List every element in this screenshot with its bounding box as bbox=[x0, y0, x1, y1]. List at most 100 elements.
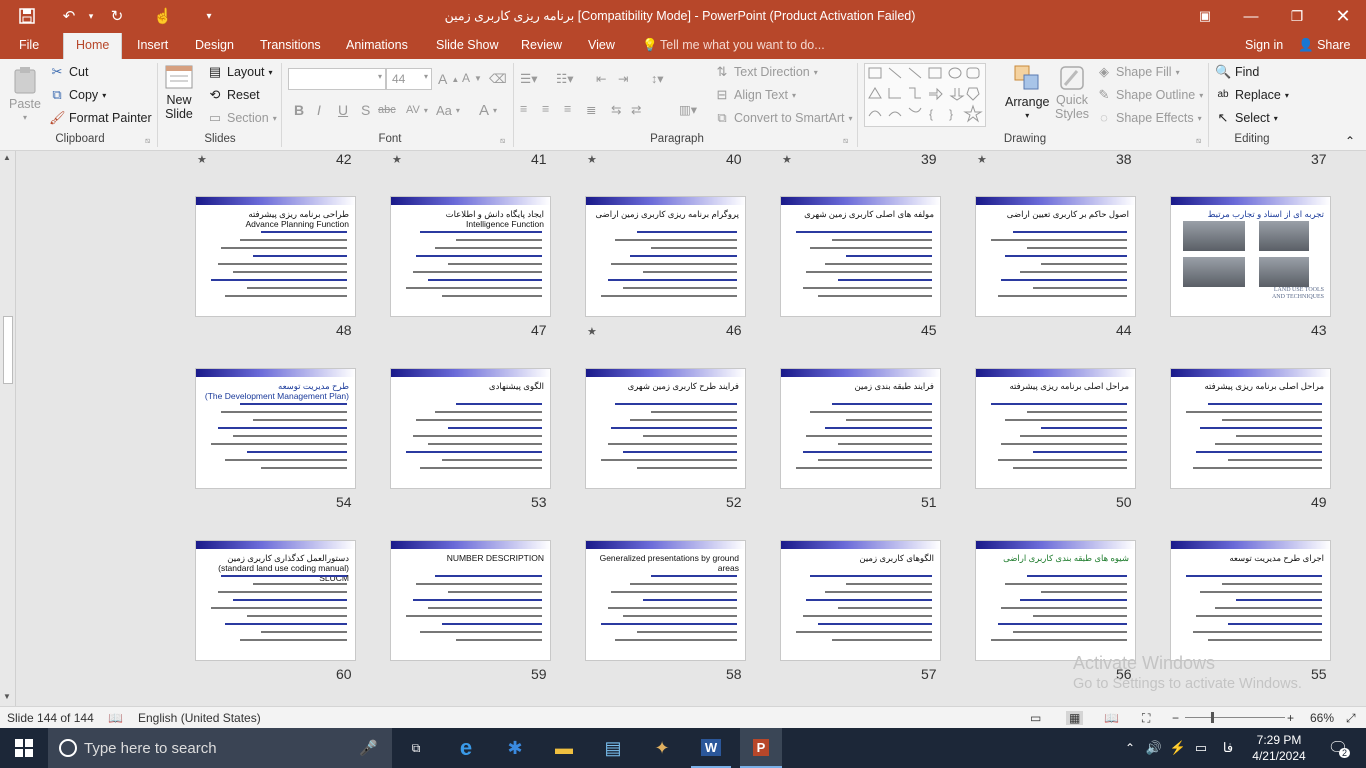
italic-button[interactable]: I bbox=[317, 102, 321, 118]
vertical-scrollbar[interactable]: ▲ ▼ bbox=[0, 151, 16, 706]
microphone-icon[interactable]: 🎤 bbox=[359, 739, 378, 757]
undo-dropdown-icon[interactable]: ▾ bbox=[80, 5, 102, 27]
normal-view-icon[interactable]: ▭ bbox=[1030, 711, 1041, 725]
redo-icon[interactable]: ↻ bbox=[106, 5, 128, 27]
spelling-icon[interactable]: 📖 bbox=[108, 711, 123, 725]
numbering-icon[interactable]: ☷▾ bbox=[556, 71, 573, 86]
zoom-level[interactable]: 66% bbox=[1310, 711, 1334, 725]
section-button[interactable]: ▭ Section ▾ bbox=[207, 110, 277, 126]
new-slide-button[interactable]: New Slide bbox=[163, 63, 195, 121]
slide-sorter-view-icon[interactable]: ▦ bbox=[1066, 711, 1084, 725]
zoom-slider-thumb[interactable] bbox=[1211, 712, 1214, 723]
shape-fill-button[interactable]: ◈ Shape Fill ▾ bbox=[1096, 64, 1180, 80]
tell-me-input[interactable]: Tell me what you want to do... bbox=[660, 33, 825, 59]
clipboard-launcher-icon[interactable]: ⧅ bbox=[145, 136, 150, 146]
scroll-thumb[interactable] bbox=[3, 316, 13, 384]
zoom-in-icon[interactable]: + bbox=[1287, 711, 1294, 725]
bullets-icon[interactable]: ☰▾ bbox=[520, 71, 537, 86]
tab-transitions[interactable]: Transitions bbox=[260, 33, 321, 59]
volume-icon[interactable]: 🔊 bbox=[1142, 728, 1166, 768]
language-status[interactable]: English (United States) bbox=[138, 711, 261, 725]
edge-icon[interactable]: e bbox=[446, 728, 486, 768]
bold-button[interactable]: B bbox=[294, 102, 304, 118]
slide-thumbnail[interactable]: مراحل اصلی برنامه ریزی پیشرفته bbox=[975, 368, 1136, 489]
tab-view[interactable]: View bbox=[588, 33, 615, 59]
drawing-launcher-icon[interactable]: ⧅ bbox=[1196, 136, 1201, 146]
notification-icon[interactable]: 🗨 2 bbox=[1320, 728, 1356, 768]
copy-button[interactable]: ⧉ Copy ▾ bbox=[49, 87, 106, 103]
slide-thumbnail[interactable]: دستورالعمل کدگذاری کاربری زمین (standard… bbox=[195, 540, 356, 661]
slide-thumbnail[interactable]: پروگرام برنامه ریزی کاربری زمین اراضی bbox=[585, 196, 746, 317]
fit-slide-icon[interactable]: ⤢ bbox=[1346, 711, 1356, 726]
font-size-select[interactable]: 44 ▾ bbox=[386, 68, 432, 90]
slide-thumbnail[interactable]: الگوی پیشنهادی bbox=[390, 368, 551, 489]
tab-file[interactable]: File bbox=[19, 33, 39, 59]
computer-icon[interactable]: ▤ bbox=[593, 728, 633, 768]
slide-thumbnail[interactable]: اصول حاکم بر کاربری تعیین اراضی bbox=[975, 196, 1136, 317]
font-color-button[interactable]: A ▾ bbox=[479, 102, 497, 119]
taskbar-search[interactable]: Type here to search 🎤 bbox=[48, 728, 392, 768]
increase-indent-icon[interactable]: ⇥ bbox=[618, 71, 628, 86]
slide-thumbnail[interactable]: مراحل اصلی برنامه ریزی پیشرفته bbox=[1170, 368, 1331, 489]
tab-slideshow[interactable]: Slide Show bbox=[436, 33, 499, 59]
slide-thumbnail[interactable]: طرح مدیریت توسعه (The Development Manage… bbox=[195, 368, 356, 489]
reset-button[interactable]: ⟲ Reset bbox=[207, 87, 260, 103]
ltr-icon[interactable]: ⇄ bbox=[631, 102, 641, 117]
slide-thumbnail[interactable]: شیوه های طبقه بندی کاربری اراضی bbox=[975, 540, 1136, 661]
network-icon[interactable]: ⚡ bbox=[1166, 728, 1190, 768]
line-spacing-icon[interactable]: ↕▾ bbox=[651, 71, 664, 86]
slide-thumbnail[interactable]: تجربه ای از اسناد و تجارب مرتبط LAND USE … bbox=[1170, 196, 1331, 317]
zoom-slider[interactable] bbox=[1185, 717, 1285, 718]
paragraph-launcher-icon[interactable]: ⧅ bbox=[843, 136, 848, 146]
columns-icon[interactable]: ▥▾ bbox=[679, 102, 697, 117]
powerpoint-icon[interactable]: P bbox=[740, 728, 782, 768]
cut-button[interactable]: ✂ Cut bbox=[49, 64, 89, 80]
slideshow-view-icon[interactable]: ⛶ bbox=[1142, 711, 1150, 726]
align-text-button[interactable]: ⊟ Align Text ▾ bbox=[714, 87, 796, 103]
touch-mode-icon[interactable]: ☝ bbox=[152, 5, 174, 27]
word-icon[interactable]: W bbox=[691, 728, 731, 768]
close-icon[interactable]: ✕ bbox=[1320, 4, 1366, 28]
app-icon[interactable]: ✦ bbox=[642, 728, 682, 768]
justify-icon[interactable]: ≣ bbox=[586, 102, 596, 117]
reading-view-icon[interactable]: 📖 bbox=[1104, 711, 1119, 725]
share-button[interactable]: 👤 Share bbox=[1298, 33, 1350, 59]
slide-thumbnail[interactable]: اجرای طرح مدیریت توسعه bbox=[1170, 540, 1331, 661]
arrange-button[interactable]: Arrange ▾ bbox=[1005, 63, 1049, 120]
font-launcher-icon[interactable]: ⧅ bbox=[500, 136, 505, 146]
shadow-button[interactable]: S bbox=[361, 102, 370, 118]
windows-start-icon[interactable] bbox=[0, 728, 48, 768]
tray-chevron-icon[interactable]: ⌃ bbox=[1120, 728, 1140, 768]
tab-insert[interactable]: Insert bbox=[137, 33, 168, 59]
slide-thumbnail[interactable]: فرایند طبقه بندی زمین bbox=[780, 368, 941, 489]
animation-star-icon[interactable]: ★ bbox=[977, 153, 987, 166]
align-center-icon[interactable]: ≡ bbox=[542, 102, 549, 116]
customize-icon[interactable]: ▾ bbox=[198, 5, 220, 27]
quick-styles-button[interactable]: Quick Styles bbox=[1055, 63, 1089, 121]
strikethrough-button[interactable]: abc bbox=[378, 104, 396, 116]
find-button[interactable]: 🔍 Find bbox=[1215, 64, 1259, 80]
clock[interactable]: 7:29 PM 4/21/2024 bbox=[1244, 728, 1314, 768]
slide-thumbnail[interactable]: الگوهای کاربری زمین bbox=[780, 540, 941, 661]
convert-smartart-button[interactable]: ⧉ Convert to SmartArt ▾ bbox=[714, 110, 852, 126]
slide-thumbnail[interactable]: NUMBER DESCRIPTION bbox=[390, 540, 551, 661]
collapse-ribbon-icon[interactable]: ⌃ bbox=[1345, 134, 1355, 148]
scroll-up-icon[interactable]: ▲ bbox=[3, 153, 11, 162]
grow-font-button[interactable]: A ▲ bbox=[438, 71, 459, 87]
clear-formatting-icon[interactable]: ⌫ bbox=[489, 71, 507, 86]
character-spacing-button[interactable]: AV ▾ bbox=[406, 104, 428, 116]
layout-button[interactable]: ▤ Layout ▾ bbox=[207, 64, 273, 80]
slide-thumbnail[interactable]: مولفه های اصلی کاربری زمین شهری bbox=[780, 196, 941, 317]
input-language[interactable]: فا bbox=[1216, 728, 1240, 768]
slide-thumbnail[interactable]: فرایند طرح کاربری زمین شهری bbox=[585, 368, 746, 489]
minimize-icon[interactable]: — bbox=[1228, 4, 1274, 28]
shape-outline-button[interactable]: ✎ Shape Outline ▾ bbox=[1096, 87, 1204, 103]
tab-home[interactable]: Home bbox=[63, 33, 123, 59]
bluetooth-icon[interactable]: ✱ bbox=[495, 728, 535, 768]
animation-star-icon[interactable]: ★ bbox=[392, 153, 402, 166]
shrink-font-button[interactable]: A ▼ bbox=[462, 71, 482, 85]
animation-star-icon[interactable]: ★ bbox=[587, 325, 597, 338]
animation-star-icon[interactable]: ★ bbox=[197, 153, 207, 166]
battery-icon[interactable]: ▭ bbox=[1190, 728, 1212, 768]
tab-design[interactable]: Design bbox=[195, 33, 234, 59]
